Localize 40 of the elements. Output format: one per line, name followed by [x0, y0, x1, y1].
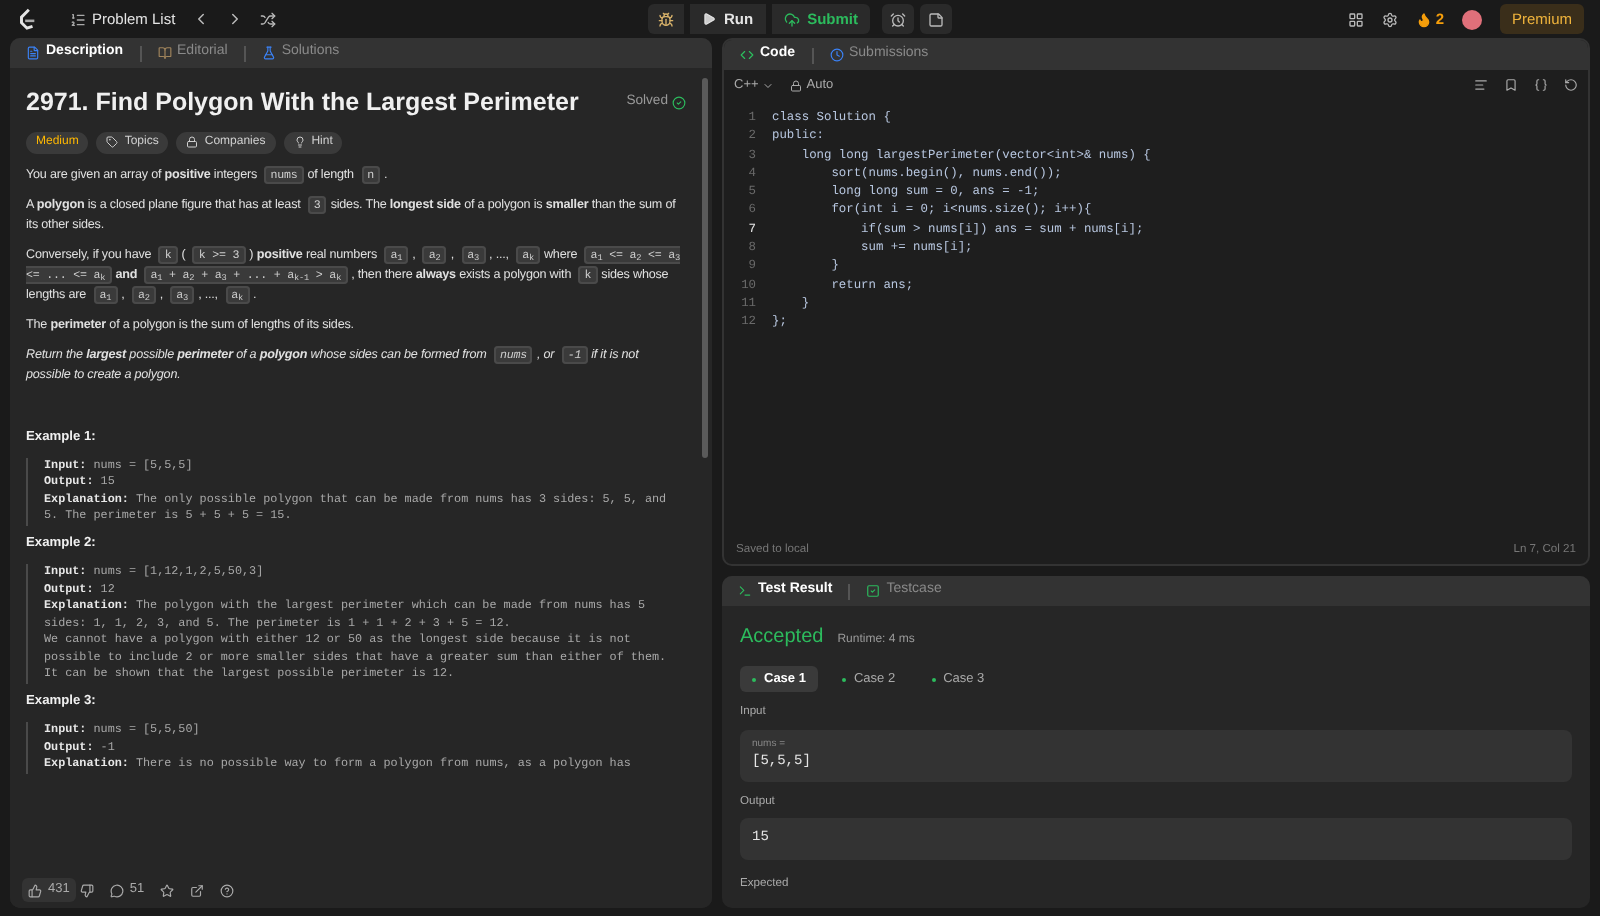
shuffle-icon[interactable] [259, 11, 276, 27]
verdict: Accepted [740, 624, 824, 652]
list-icon [70, 11, 86, 27]
layout-icon[interactable] [1347, 11, 1364, 27]
thumbs-up-icon [28, 883, 42, 897]
format-icon[interactable] [1474, 78, 1488, 92]
check-icon [866, 584, 881, 598]
avatar[interactable] [1462, 9, 1482, 29]
flask-icon [261, 46, 276, 60]
bookmark-icon[interactable] [1504, 78, 1518, 92]
clock-icon [829, 48, 843, 62]
terminal-icon [738, 584, 752, 598]
alarm-icon [890, 11, 907, 27]
debug-button[interactable] [648, 4, 684, 34]
check-icon [672, 95, 686, 110]
thumbs-down-icon[interactable] [79, 883, 94, 897]
comment-icon [109, 883, 124, 897]
book-icon [157, 46, 172, 60]
lock-icon [790, 79, 803, 91]
flame-icon [1415, 11, 1432, 27]
share-icon[interactable] [190, 883, 205, 897]
note-icon [928, 11, 945, 27]
tag-icon [106, 136, 119, 149]
notes-button[interactable] [920, 4, 953, 34]
bulb-icon [293, 136, 306, 149]
lock-icon [186, 136, 199, 149]
problem-title: 2971. Find Polygon With the Largest Perimeter [26, 86, 579, 120]
reset-icon[interactable] [1564, 78, 1578, 92]
play-icon [702, 12, 716, 26]
chevron-down-icon [762, 79, 775, 91]
braces-icon[interactable] [1534, 78, 1548, 92]
timer-button[interactable] [882, 4, 915, 34]
code-icon [740, 48, 754, 62]
upload-icon [783, 11, 800, 27]
settings-icon[interactable] [1381, 11, 1398, 27]
logo-icon[interactable] [16, 8, 38, 30]
star-icon[interactable] [160, 883, 175, 897]
help-icon[interactable] [220, 883, 235, 897]
bug-icon [658, 11, 674, 27]
doc-icon [26, 46, 40, 60]
